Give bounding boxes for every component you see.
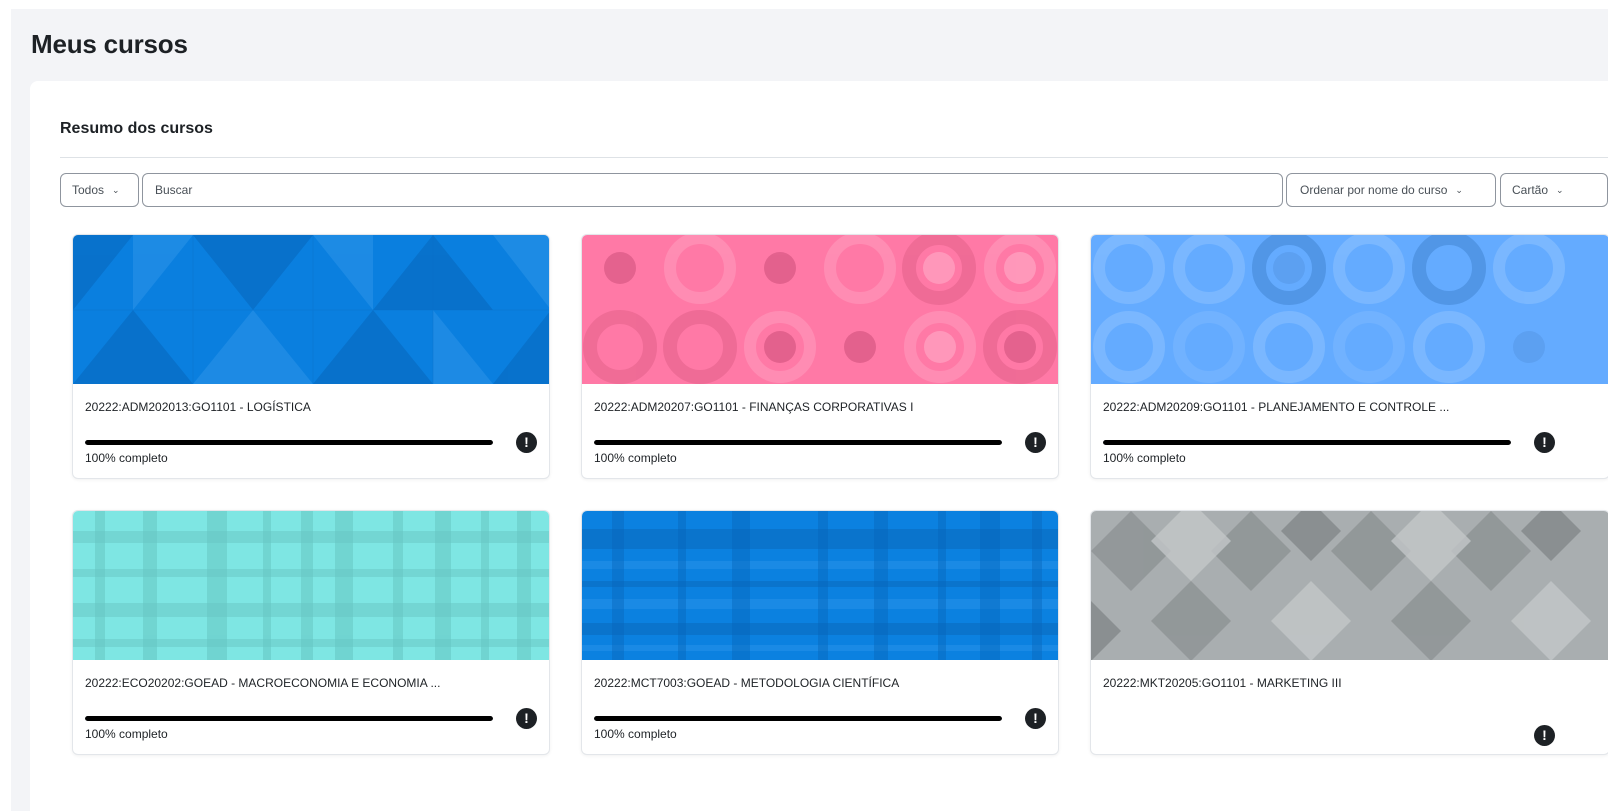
search-input[interactable] bbox=[155, 174, 1282, 206]
course-name-link[interactable]: 20222:ADM20209:GO1101 - PLANEJAMENTO E C… bbox=[1103, 400, 1523, 414]
view-dropdown[interactable]: Cartão ⌄ bbox=[1500, 173, 1608, 207]
progress-bar bbox=[85, 716, 493, 721]
exclamation-circle-icon[interactable]: ! bbox=[1025, 432, 1046, 453]
course-card[interactable]: 20222:ADM202013:GO1101 - LOGÍSTICA 100% … bbox=[72, 234, 550, 479]
filter-label: Todos bbox=[72, 183, 105, 197]
section-title: Resumo dos cursos bbox=[60, 120, 213, 137]
divider bbox=[60, 157, 1608, 158]
progress-bar-fill bbox=[1103, 440, 1511, 445]
exclamation-circle-icon[interactable]: ! bbox=[1534, 725, 1555, 746]
chevron-down-icon: ⌄ bbox=[1455, 184, 1463, 195]
progress-bar-fill bbox=[594, 716, 1002, 721]
filter-dropdown[interactable]: Todos ⌄ bbox=[60, 173, 139, 207]
progress-text: 100% completo bbox=[85, 727, 168, 741]
exclamation-circle-icon[interactable]: ! bbox=[516, 432, 537, 453]
sort-dropdown[interactable]: Ordenar por nome do curso ⌄ bbox=[1286, 173, 1496, 207]
progress-bar-fill bbox=[85, 440, 493, 445]
course-card[interactable]: 20222:ADM20207:GO1101 - FINANÇAS CORPORA… bbox=[581, 234, 1059, 479]
course-name-link[interactable]: 20222:MKT20205:GO1101 - MARKETING III bbox=[1103, 676, 1523, 690]
course-name-link[interactable]: 20222:MCT7003:GOEAD - METODOLOGIA CIENTÍ… bbox=[594, 676, 1014, 690]
sort-label: Ordenar por nome do curso bbox=[1300, 183, 1448, 197]
progress-bar bbox=[594, 716, 1002, 721]
progress-bar-fill bbox=[594, 440, 1002, 445]
exclamation-circle-icon[interactable]: ! bbox=[1025, 708, 1046, 729]
course-image[interactable] bbox=[73, 511, 549, 660]
progress-text: 100% completo bbox=[594, 727, 677, 741]
course-image[interactable] bbox=[582, 235, 1058, 384]
search-field[interactable] bbox=[142, 173, 1283, 207]
progress-text: 100% completo bbox=[1103, 451, 1186, 465]
course-image[interactable] bbox=[582, 511, 1058, 660]
course-card[interactable]: 20222:MKT20205:GO1101 - MARKETING III ! bbox=[1090, 510, 1608, 755]
chevron-down-icon: ⌄ bbox=[112, 184, 120, 195]
progress-bar-fill bbox=[85, 716, 493, 721]
course-image[interactable] bbox=[1091, 235, 1608, 384]
progress-text: 100% completo bbox=[594, 451, 677, 465]
course-overview-panel: Resumo dos cursos Todos ⌄ Ordenar por no… bbox=[30, 81, 1608, 811]
course-name-link[interactable]: 20222:ADM202013:GO1101 - LOGÍSTICA bbox=[85, 400, 505, 414]
course-name-link[interactable]: 20222:ADM20207:GO1101 - FINANÇAS CORPORA… bbox=[594, 400, 1014, 414]
chevron-down-icon: ⌄ bbox=[1556, 184, 1564, 195]
page-title: Meus cursos bbox=[31, 29, 188, 59]
course-image[interactable] bbox=[1091, 511, 1608, 660]
progress-bar bbox=[594, 440, 1002, 445]
progress-text: 100% completo bbox=[85, 451, 168, 465]
exclamation-circle-icon[interactable]: ! bbox=[516, 708, 537, 729]
course-card[interactable]: 20222:ADM20209:GO1101 - PLANEJAMENTO E C… bbox=[1090, 234, 1608, 479]
course-name-link[interactable]: 20222:ECO20202:GOEAD - MACROECONOMIA E E… bbox=[85, 676, 505, 690]
exclamation-circle-icon[interactable]: ! bbox=[1534, 432, 1555, 453]
course-card[interactable]: 20222:MCT7003:GOEAD - METODOLOGIA CIENTÍ… bbox=[581, 510, 1059, 755]
course-image[interactable] bbox=[73, 235, 549, 384]
progress-bar bbox=[1103, 440, 1511, 445]
top-band bbox=[0, 0, 1608, 9]
page: Meus cursos Resumo dos cursos Todos ⌄ Or… bbox=[11, 9, 1608, 811]
course-card[interactable]: 20222:ECO20202:GOEAD - MACROECONOMIA E E… bbox=[72, 510, 550, 755]
progress-bar bbox=[85, 440, 493, 445]
view-label: Cartão bbox=[1512, 183, 1549, 197]
